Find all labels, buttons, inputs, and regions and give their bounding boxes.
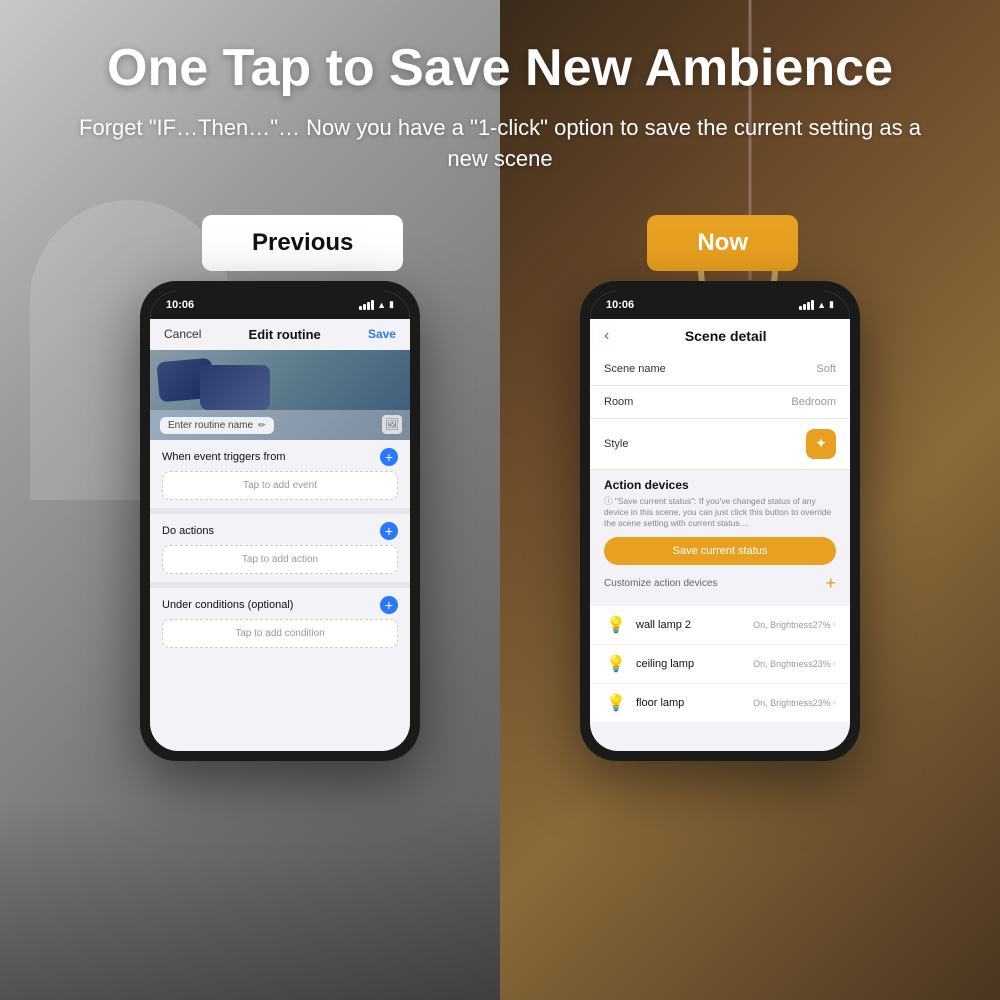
actions-plus-icon[interactable]: + bbox=[380, 522, 398, 540]
device-row-1[interactable]: 💡 ceiling lamp On, Brightness23% › bbox=[590, 645, 850, 684]
scene-name-value: Soft bbox=[816, 363, 836, 375]
device-name-2: floor lamp bbox=[636, 697, 753, 709]
customize-label: Customize action devices bbox=[604, 578, 717, 589]
do-actions-label: Do actions + bbox=[162, 522, 398, 540]
screen-title: Edit routine bbox=[249, 327, 321, 342]
main-title: One Tap to Save New Ambience bbox=[60, 40, 940, 97]
scene-name-row: Scene name Soft bbox=[590, 353, 850, 386]
device-chevron-1: › bbox=[833, 658, 836, 669]
phone-left: 10:06 ▲ ▮ Cancel bbox=[140, 281, 420, 761]
phone-right-statusbar: 10:06 ▲ ▮ bbox=[590, 291, 850, 319]
device-name-0: wall lamp 2 bbox=[636, 619, 753, 631]
name-input-text: Enter routine name bbox=[168, 420, 253, 431]
phones-row: 10:06 ▲ ▮ Cancel bbox=[0, 271, 1000, 761]
device-name-1: ceiling lamp bbox=[636, 658, 753, 670]
wifi-icon-r: ▲ bbox=[817, 300, 826, 310]
phone-left-screen: 10:06 ▲ ▮ Cancel bbox=[150, 291, 410, 751]
tap-add-event[interactable]: Tap to add event bbox=[162, 471, 398, 500]
save-button[interactable]: Save bbox=[368, 327, 396, 341]
phone-right-time: 10:06 bbox=[606, 299, 634, 311]
scene-name-label: Scene name bbox=[604, 363, 666, 375]
style-row: Style ✦ bbox=[590, 419, 850, 470]
action-devices-section: Action devices "Save current status": If… bbox=[590, 470, 850, 606]
room-value: Bedroom bbox=[791, 396, 836, 408]
room-row: Room Bedroom bbox=[590, 386, 850, 419]
conditions-label: Under conditions (optional) + bbox=[162, 596, 398, 614]
device-chevron-2: › bbox=[833, 697, 836, 708]
device-row-0[interactable]: 💡 wall lamp 2 On, Brightness27% › bbox=[590, 606, 850, 645]
when-plus-icon[interactable]: + bbox=[380, 448, 398, 466]
phone-right-screen: 10:06 ▲ ▮ ‹ bbox=[590, 291, 850, 751]
header-section: One Tap to Save New Ambience Forget "IF…… bbox=[0, 0, 1000, 195]
now-label[interactable]: Now bbox=[647, 215, 798, 271]
save-status-button[interactable]: Save current status bbox=[604, 537, 836, 565]
phone-left-time: 10:06 bbox=[166, 299, 194, 311]
scene-detail-title: Scene detail bbox=[615, 328, 836, 344]
style-icon[interactable]: ✦ bbox=[806, 429, 836, 459]
tap-add-action[interactable]: Tap to add action bbox=[162, 545, 398, 574]
customize-row: Customize action devices + bbox=[604, 573, 836, 594]
phone-right-header: ‹ Scene detail bbox=[590, 319, 850, 353]
back-icon[interactable]: ‹ bbox=[604, 327, 609, 345]
signal-icon bbox=[359, 300, 374, 310]
battery-icon: ▮ bbox=[389, 299, 394, 310]
signal-icon-r bbox=[799, 300, 814, 310]
save-note: "Save current status": If you've changed… bbox=[604, 496, 836, 529]
phone-right: 10:06 ▲ ▮ ‹ bbox=[580, 281, 860, 761]
tap-add-condition[interactable]: Tap to add condition bbox=[162, 619, 398, 648]
room-label: Room bbox=[604, 396, 633, 408]
device-icon-1: 💡 bbox=[604, 652, 628, 676]
image-icon: 🖼 bbox=[382, 415, 402, 434]
device-row-2[interactable]: 💡 floor lamp On, Brightness23% › bbox=[590, 684, 850, 723]
phone-left-icons: ▲ ▮ bbox=[359, 299, 394, 310]
phone-left-statusbar: 10:06 ▲ ▮ bbox=[150, 291, 410, 319]
device-status-1: On, Brightness23% bbox=[753, 659, 831, 669]
battery-icon-r: ▮ bbox=[829, 299, 834, 310]
edit-icon: ✏ bbox=[258, 420, 266, 431]
conditions-plus-icon[interactable]: + bbox=[380, 596, 398, 614]
device-icon-2: 💡 bbox=[604, 691, 628, 715]
device-status-2: On, Brightness23% bbox=[753, 698, 831, 708]
phone-left-notch bbox=[237, 297, 317, 313]
phone-right-notch bbox=[677, 297, 757, 313]
wifi-icon: ▲ bbox=[377, 300, 386, 310]
device-chevron-0: › bbox=[833, 619, 836, 630]
routine-image: Enter routine name ✏ 🖼 bbox=[150, 350, 410, 440]
cancel-button[interactable]: Cancel bbox=[164, 327, 201, 341]
device-icon-0: 💡 bbox=[604, 613, 628, 637]
name-input-row[interactable]: Enter routine name ✏ bbox=[160, 417, 274, 434]
device-status-0: On, Brightness27% bbox=[753, 620, 831, 630]
name-input-overlay: Enter routine name ✏ bbox=[160, 417, 274, 434]
action-devices-title: Action devices bbox=[604, 478, 836, 492]
previous-label[interactable]: Previous bbox=[202, 215, 403, 271]
phone-left-header: Cancel Edit routine Save bbox=[150, 319, 410, 350]
content-overlay: One Tap to Save New Ambience Forget "IF…… bbox=[0, 0, 1000, 1000]
customize-plus-icon[interactable]: + bbox=[825, 573, 836, 594]
style-label: Style bbox=[604, 438, 628, 450]
when-section: When event triggers from + Tap to add ev… bbox=[150, 440, 410, 508]
conditions-section: Under conditions (optional) + Tap to add… bbox=[150, 588, 410, 656]
pillow-2 bbox=[200, 365, 270, 410]
subtitle: Forget "IF…Then…"… Now you have a "1-cli… bbox=[60, 113, 940, 175]
when-label: When event triggers from + bbox=[162, 448, 398, 466]
phone-right-icons: ▲ ▮ bbox=[799, 299, 834, 310]
labels-row: Previous Now bbox=[0, 215, 1000, 271]
do-actions-section: Do actions + Tap to add action bbox=[150, 514, 410, 582]
